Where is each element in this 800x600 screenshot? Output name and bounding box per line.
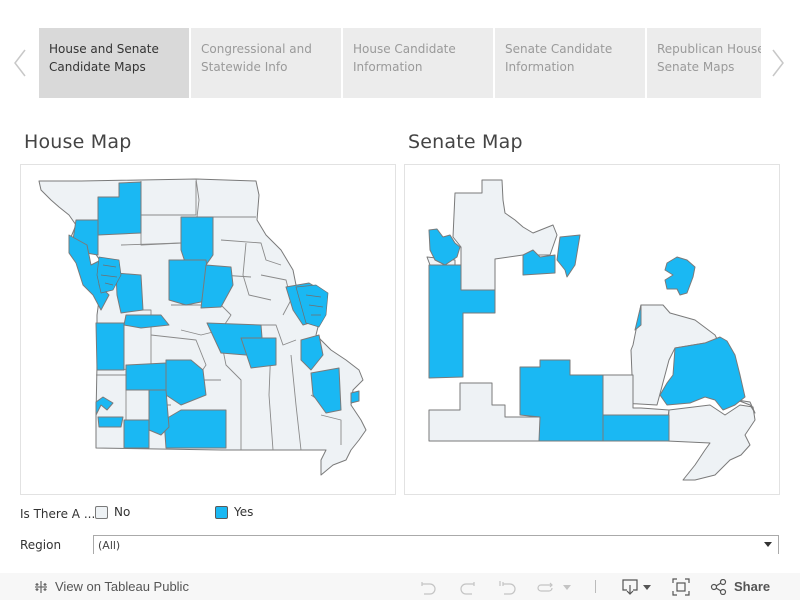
region-filter-dropdown[interactable]: (All) (93, 535, 779, 554)
tab-house-senate-maps[interactable]: House and Senate Candidate Maps (39, 28, 189, 98)
tableau-logo-icon (35, 580, 47, 593)
senate-district-no[interactable] (666, 404, 756, 481)
refresh-dropdown-icon[interactable] (562, 582, 572, 592)
tableau-dashboard: House and Senate Candidate Maps Congress… (0, 0, 800, 600)
revert-icon (499, 580, 516, 595)
senate-district-yes[interactable] (602, 414, 670, 442)
senate-district-yes[interactable] (664, 256, 696, 296)
house-district-yes[interactable] (148, 389, 170, 436)
toolbar-divider (595, 580, 596, 593)
revert-button[interactable] (498, 573, 518, 600)
tab-senate-candidate-info[interactable]: Senate Candidate Information (495, 28, 645, 98)
legend-item-yes[interactable]: Yes (215, 505, 253, 519)
download-dropdown-icon[interactable] (642, 582, 652, 592)
house-district-yes[interactable] (97, 416, 124, 428)
house-district-yes[interactable] (115, 272, 144, 314)
undo-button[interactable] (418, 573, 438, 600)
tab-congressional-statewide[interactable]: Congressional and Statewide Info (191, 28, 341, 98)
legend-title: Is There A ... (20, 507, 96, 521)
house-district-yes[interactable] (180, 216, 214, 266)
house-district-yes[interactable] (350, 390, 360, 404)
house-map[interactable] (20, 164, 396, 495)
legend-swatch-yes (215, 505, 228, 519)
story-tabs: House and Senate Candidate Maps Congress… (0, 28, 800, 98)
region-filter-label: Region (20, 538, 62, 552)
view-on-tableau-button[interactable]: View on Tableau Public (33, 573, 189, 600)
legend-label-no: No (114, 505, 131, 519)
house-map-svg[interactable] (21, 165, 397, 496)
tabs-next-button[interactable] (768, 46, 788, 80)
house-district-yes[interactable] (123, 419, 150, 449)
refresh-icon (537, 582, 553, 592)
chevron-right-icon (772, 49, 784, 77)
senate-district-yes[interactable] (556, 234, 581, 278)
tab-republican-maps[interactable]: Republican House Senate Maps (647, 28, 761, 98)
senate-map-title: Senate Map (408, 131, 523, 153)
redo-button[interactable] (458, 573, 478, 600)
chevron-left-icon (14, 49, 26, 77)
region-filter-value: (All) (98, 539, 121, 552)
house-district-yes[interactable] (123, 314, 170, 329)
share-button[interactable]: Share (710, 573, 770, 600)
tabs-prev-button[interactable] (10, 46, 30, 80)
senate-map-svg[interactable] (405, 165, 781, 496)
fullscreen-button[interactable] (672, 573, 690, 600)
download-icon (622, 578, 638, 595)
undo-icon (421, 581, 436, 595)
house-district-yes[interactable] (163, 409, 227, 449)
tab-house-candidate-info[interactable]: House Candidate Information (343, 28, 493, 98)
bottom-toolbar: View on Tableau Public Share (0, 573, 800, 600)
color-legend: Is There A ... No Yes (20, 505, 780, 525)
share-icon (710, 578, 727, 595)
senate-district-yes[interactable] (634, 304, 642, 331)
download-button[interactable] (621, 573, 652, 600)
refresh-button[interactable] (536, 573, 572, 600)
redo-icon (460, 581, 475, 595)
legend-swatch-no (95, 505, 108, 519)
fullscreen-icon (672, 577, 690, 596)
house-district-yes[interactable] (95, 322, 125, 371)
legend-item-no[interactable]: No (95, 505, 130, 519)
dropdown-caret-icon (764, 542, 772, 547)
house-map-title: House Map (24, 131, 132, 153)
legend-label-yes: Yes (234, 505, 254, 519)
senate-map[interactable] (404, 164, 780, 495)
house-district-yes[interactable] (125, 362, 172, 391)
